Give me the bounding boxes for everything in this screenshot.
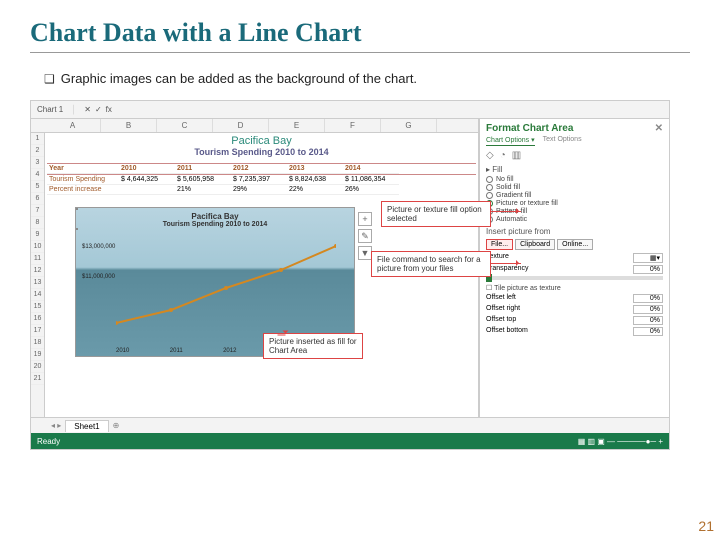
chart-title: Pacifica Bay [76, 212, 354, 221]
transparency-value[interactable]: 0% [633, 265, 663, 274]
radio-solid-fill[interactable]: Solid fill [486, 184, 663, 191]
file-button[interactable]: File... [486, 239, 513, 250]
chart-subtitle: Tourism Spending 2010 to 2014 [76, 221, 354, 228]
excel-screenshot: Chart 1 │ ✕ ✓ fx ABCDEFG 123456789101112… [30, 100, 670, 450]
sheet-tabs: ◂ ▸ Sheet1 ⊕ [31, 417, 669, 433]
status-bar: Ready ▦ ▥ ▣ — ─────●─ + [31, 433, 669, 449]
callout-picture-fill: Picture or texture fill option selected [381, 201, 491, 227]
arrow-icon [278, 335, 286, 336]
name-box[interactable]: Chart 1 [37, 105, 63, 114]
pane-title: Format Chart Area [486, 123, 573, 134]
radio-automatic[interactable]: Automatic [486, 216, 663, 223]
transparency-slider[interactable] [486, 276, 663, 280]
format-chart-area-pane: Format Chart Area ✕ Chart Options ▾ Text… [479, 119, 669, 433]
offset-left-input[interactable]: 0% [633, 294, 663, 303]
fill-line-icon[interactable]: ◇ [486, 150, 494, 161]
chart-filter-button[interactable]: ▼ [358, 246, 372, 260]
texture-picker[interactable]: ▦▾ [633, 253, 663, 263]
close-icon[interactable]: ✕ [655, 123, 663, 134]
tab-chart-options[interactable]: Chart Options ▾ [486, 136, 535, 146]
fill-section[interactable]: ▸ Fill [486, 165, 663, 174]
size-props-icon[interactable]: ▥ [512, 150, 521, 161]
y-axis-label: $13,000,000 [82, 244, 115, 250]
slide-title: Chart Data with a Line Chart [30, 18, 690, 53]
sheet-title: Pacifica Bay [45, 135, 478, 147]
sheet-subtitle: Tourism Spending 2010 to 2014 [45, 147, 478, 157]
offset-right-input[interactable]: 0% [633, 305, 663, 314]
add-sheet-icon[interactable]: ⊕ [113, 421, 120, 430]
bullet-text: Graphic images can be added as the backg… [44, 71, 690, 86]
row-headers: 123456789101112131415161718192021 [31, 133, 45, 433]
offset-bottom-input[interactable]: 0% [633, 327, 663, 336]
y-axis-label: $11,000,000 [82, 274, 115, 280]
radio-no-fill[interactable]: No fill [486, 176, 663, 183]
line-chart-svg [116, 238, 336, 338]
cancel-icon[interactable]: ✕ [84, 105, 91, 114]
zoom-controls[interactable]: ▦ ▥ ▣ — ─────●─ + [578, 437, 663, 446]
effects-icon[interactable]: ◔ [500, 150, 506, 161]
column-headers: ABCDEFG [31, 119, 478, 133]
status-text: Ready [37, 437, 60, 446]
callout-picture-inserted: Picture inserted as fill for Chart Area [263, 333, 363, 359]
data-table: Year20102011201220132014 Tourism Spendin… [47, 163, 476, 195]
arrow-icon [491, 263, 521, 264]
chart-plus-button[interactable]: + [358, 212, 372, 226]
fx-icon[interactable]: fx [106, 105, 112, 114]
sheet-tab[interactable]: Sheet1 [65, 420, 108, 432]
callout-file-command: File command to search for a picture fro… [371, 251, 491, 277]
tile-checkbox[interactable]: Tile picture as texture [486, 284, 663, 292]
page-number: 21 [698, 518, 714, 534]
confirm-icon[interactable]: ✓ [95, 105, 102, 114]
chart-brush-button[interactable]: ✎ [358, 229, 372, 243]
online-button[interactable]: Online... [557, 239, 593, 250]
insert-picture-label: Insert picture from [486, 227, 663, 236]
transparency-label: Transparency [486, 265, 529, 274]
radio-gradient-fill[interactable]: Gradient fill [486, 192, 663, 199]
clipboard-button[interactable]: Clipboard [515, 239, 555, 250]
radio-picture-texture-fill[interactable]: Picture or texture fill [486, 200, 663, 207]
offset-top-input[interactable]: 0% [633, 316, 663, 325]
tab-text-options[interactable]: Text Options [543, 136, 582, 146]
formula-bar: Chart 1 │ ✕ ✓ fx [31, 101, 669, 119]
arrow-icon [491, 211, 521, 212]
